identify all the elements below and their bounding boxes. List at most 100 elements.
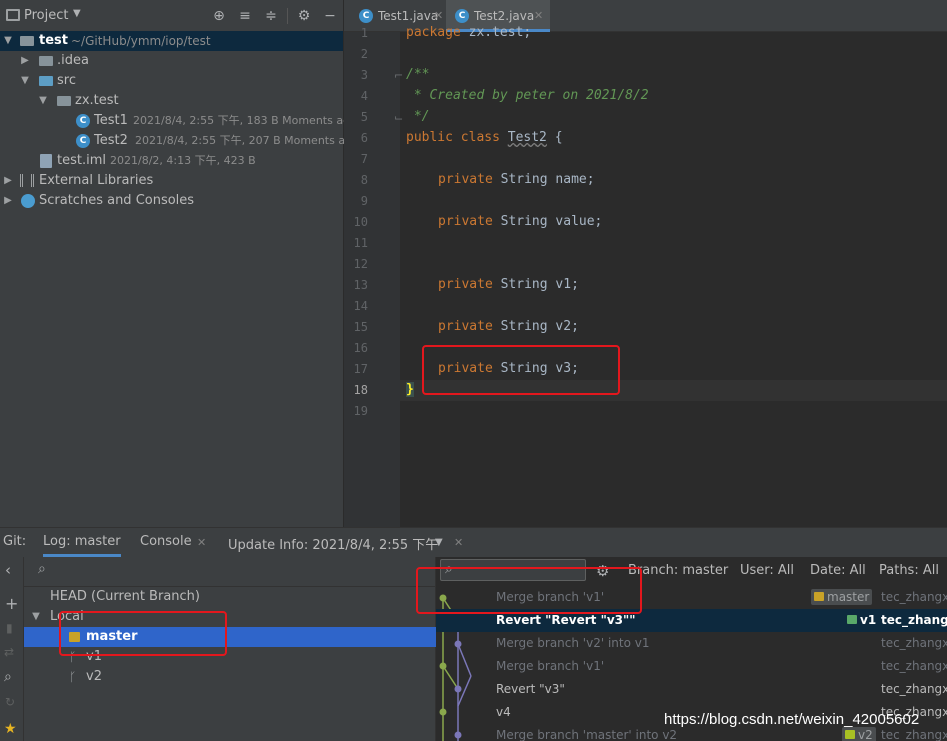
branch-head-label: HEAD (Current Branch) bbox=[50, 589, 200, 604]
line-number: 19 bbox=[353, 404, 368, 418]
commit-row[interactable]: Revert "v3" tec_zhangx bbox=[436, 678, 947, 701]
code-token: String name; bbox=[492, 172, 595, 187]
tree-item-label: Test1 bbox=[94, 113, 128, 128]
tab-console[interactable]: Console bbox=[140, 534, 192, 549]
date-filter[interactable]: Date: All bbox=[810, 563, 866, 578]
header-divider bbox=[287, 8, 288, 24]
star-icon[interactable]: ★ bbox=[4, 721, 17, 737]
tree-item-path: ~/GitHub/ymm/iop/test bbox=[71, 34, 211, 48]
chevron-down-icon[interactable]: ▼ bbox=[435, 537, 443, 548]
code-token: { bbox=[546, 130, 563, 145]
chevron-right-icon[interactable]: ▶ bbox=[19, 51, 31, 71]
tree-item-external-libraries[interactable]: ▶ External Libraries bbox=[0, 171, 343, 191]
tree-item-test[interactable]: ▼ test ~/GitHub/ymm/iop/test bbox=[0, 31, 343, 51]
code-token: private bbox=[438, 319, 493, 334]
commit-message: Revert "v3" bbox=[496, 682, 565, 696]
expand-all-icon[interactable]: ≡ bbox=[236, 7, 254, 25]
search-icon[interactable]: ⌕ bbox=[38, 561, 46, 577]
code-token: private bbox=[438, 277, 493, 292]
code-token: package bbox=[406, 25, 461, 40]
java-class-icon: C bbox=[359, 9, 373, 23]
branch-head[interactable]: HEAD (Current Branch) bbox=[24, 587, 436, 607]
tree-item-label: test.iml bbox=[57, 153, 106, 168]
chevron-right-icon[interactable]: ▶ bbox=[2, 191, 14, 211]
tree-item-label: zx.test bbox=[75, 93, 119, 108]
code-token: public class bbox=[406, 130, 500, 145]
tab-label: Test1.java bbox=[378, 9, 439, 23]
code-line-3: /** bbox=[406, 67, 430, 82]
tree-item-test2[interactable]: C Test2 2021/8/4, 2:55 下午, 207 B Moments… bbox=[0, 131, 359, 151]
fold-marker-icon[interactable]: ⌐ bbox=[394, 69, 403, 82]
line-number: 11 bbox=[353, 236, 368, 250]
commit-row[interactable]: Merge branch 'v2' into v1 tec_zhangx bbox=[436, 632, 947, 655]
line-number: 10 bbox=[353, 215, 368, 229]
tree-item-idea[interactable]: ▶ .idea bbox=[0, 51, 343, 71]
code-line-5: */ bbox=[406, 109, 430, 124]
line-number: 17 bbox=[353, 362, 368, 376]
chevron-down-icon[interactable]: ▼ bbox=[19, 71, 31, 91]
commit-author: tec_zhangx bbox=[881, 613, 947, 627]
tree-item-test1[interactable]: C Test1 2021/8/4, 2:55 下午, 183 B Moments… bbox=[0, 111, 357, 131]
tree-item-package[interactable]: ▼ zx.test bbox=[0, 91, 343, 111]
chevron-down-icon[interactable]: ▼ bbox=[37, 91, 49, 111]
search-icon[interactable]: ⌕ bbox=[4, 669, 12, 685]
line-number: 13 bbox=[353, 278, 368, 292]
code-editor[interactable] bbox=[344, 0, 947, 527]
tree-item-test-iml[interactable]: test.iml 2021/8/2, 4:13 下午, 423 B bbox=[0, 151, 343, 171]
tab-update-info[interactable]: Update Info: 2021/8/4, 2:55 下午 bbox=[228, 534, 438, 553]
line-number: 7 bbox=[360, 152, 368, 166]
java-class-icon: C bbox=[455, 9, 469, 23]
tree-item-src[interactable]: ▼ src bbox=[0, 71, 343, 91]
project-view-title[interactable]: Project bbox=[24, 8, 68, 23]
annotation-box bbox=[416, 567, 642, 614]
code-line-6: public class Test2 { bbox=[406, 130, 563, 145]
code-token: String v1; bbox=[492, 277, 579, 292]
chevron-down-icon[interactable]: ▼ bbox=[30, 607, 42, 627]
line-number: 9 bbox=[360, 194, 368, 208]
close-icon[interactable]: ✕ bbox=[197, 536, 206, 549]
folder-icon bbox=[39, 56, 53, 66]
chevron-left-icon[interactable]: ‹ bbox=[5, 561, 11, 579]
line-number: 6 bbox=[360, 131, 368, 145]
code-line-10: private String value; bbox=[438, 214, 602, 229]
commit-ref-tag: master bbox=[811, 589, 873, 605]
refresh-icon[interactable]: ↻ bbox=[5, 695, 15, 709]
line-number: 3 bbox=[360, 68, 368, 82]
library-icon bbox=[20, 174, 34, 187]
fold-marker-icon[interactable]: ⌙ bbox=[394, 111, 403, 124]
branch-item-v2[interactable]: ᚴ v2 bbox=[24, 667, 436, 687]
paths-filter[interactable]: Paths: All bbox=[879, 563, 939, 578]
commit-message: Merge branch 'v1' bbox=[496, 659, 605, 673]
code-token: String v2; bbox=[492, 319, 579, 334]
commit-message: v4 bbox=[496, 705, 511, 719]
close-icon[interactable]: ✕ bbox=[534, 0, 543, 32]
watermark: https://blog.csdn.net/weixin_42005602 bbox=[664, 711, 920, 728]
locate-icon[interactable]: ⊕ bbox=[210, 7, 228, 25]
tree-item-label: Test2 bbox=[94, 133, 128, 148]
tree-item-scratches[interactable]: ▶ Scratches and Consoles bbox=[0, 191, 343, 211]
minimize-icon[interactable]: − bbox=[321, 7, 339, 25]
line-number: 16 bbox=[353, 341, 368, 355]
project-view-icon bbox=[6, 9, 20, 21]
collapse-all-icon[interactable]: ≑ bbox=[262, 7, 280, 25]
chevron-down-icon[interactable]: ▼ bbox=[2, 31, 14, 51]
git-tool-bar: Git: Log: master Console ✕ Update Info: … bbox=[0, 527, 947, 557]
chevron-down-icon[interactable]: ▼ bbox=[73, 8, 81, 19]
compare-icon[interactable]: ⇄ bbox=[4, 645, 14, 659]
plus-icon[interactable]: + bbox=[5, 594, 18, 613]
tab-log-master[interactable]: Log: master bbox=[43, 534, 121, 557]
source-folder-icon bbox=[39, 76, 53, 86]
commit-row[interactable]: Merge branch 'v1' tec_zhangx bbox=[436, 655, 947, 678]
user-filter[interactable]: User: All bbox=[740, 563, 794, 578]
tree-item-label: External Libraries bbox=[39, 173, 154, 188]
java-class-icon: C bbox=[76, 134, 90, 148]
line-number: 2 bbox=[360, 47, 368, 61]
chevron-right-icon[interactable]: ▶ bbox=[2, 171, 14, 191]
close-icon[interactable]: ✕ bbox=[454, 536, 463, 549]
gear-icon[interactable]: ⚙ bbox=[295, 7, 313, 25]
tree-item-label: .idea bbox=[57, 53, 89, 68]
scratches-icon bbox=[21, 194, 35, 208]
trash-icon[interactable]: ▮ bbox=[6, 621, 13, 635]
branch-filter[interactable]: Branch: master bbox=[628, 563, 728, 578]
annotation-box bbox=[59, 611, 227, 656]
